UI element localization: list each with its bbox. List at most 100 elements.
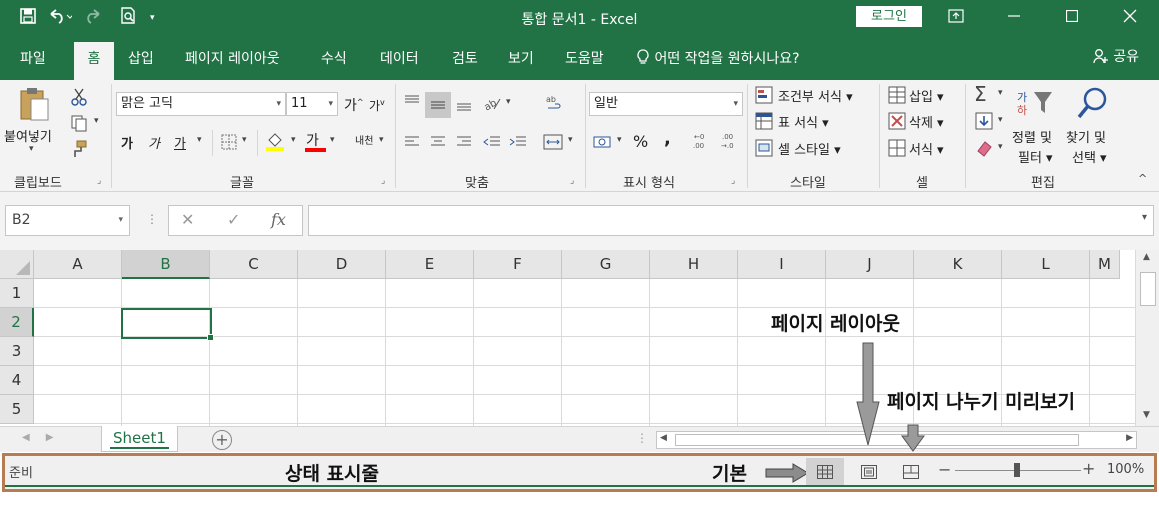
comma-button[interactable]: , xyxy=(664,128,671,149)
column-header-k[interactable]: K xyxy=(914,250,1002,279)
column-header-b[interactable]: B xyxy=(122,250,210,279)
bold-button[interactable]: 가 xyxy=(121,133,133,152)
expand-formula-icon[interactable]: ▾ xyxy=(1142,212,1147,223)
page-break-view-button[interactable] xyxy=(892,458,930,485)
delete-cells-button[interactable]: 삭제 ▾ xyxy=(909,112,944,131)
column-header-a[interactable]: A xyxy=(34,250,122,279)
delete-cells-icon[interactable] xyxy=(886,110,908,132)
tab-view[interactable]: 보기 xyxy=(508,42,534,80)
find-select-button[interactable]: 선택 ▾ xyxy=(1072,147,1107,166)
name-box[interactable]: B2 ▾ xyxy=(5,205,130,236)
copy-dropdown-icon[interactable]: ▾ xyxy=(94,116,99,126)
format-table-button[interactable]: 표 서식 ▾ xyxy=(778,112,829,131)
fill-dropdown-icon[interactable]: ▾ xyxy=(998,115,1003,125)
row-header-1[interactable]: 1 xyxy=(0,279,34,308)
fill-color-dropdown-icon[interactable]: ▾ xyxy=(291,135,296,145)
zoom-slider-thumb[interactable] xyxy=(1014,463,1020,477)
borders-dropdown-icon[interactable]: ▾ xyxy=(242,135,247,145)
format-cells-icon[interactable] xyxy=(886,137,908,159)
cell-styles-icon[interactable] xyxy=(753,137,775,159)
underline-dropdown-icon[interactable]: ▾ xyxy=(197,135,202,145)
tab-formulas[interactable]: 수식 xyxy=(321,42,347,80)
orientation-icon[interactable]: ab xyxy=(481,92,503,114)
clear-icon[interactable] xyxy=(973,137,995,159)
normal-view-button[interactable] xyxy=(806,458,844,485)
scroll-down-icon[interactable]: ▼ xyxy=(1143,410,1150,420)
insert-function-icon[interactable]: fx xyxy=(271,210,286,229)
row-header-3[interactable]: 3 xyxy=(0,337,34,366)
font-launcher-icon[interactable]: ⌟ xyxy=(381,176,385,186)
shrink-font-button[interactable]: 가v xyxy=(369,97,385,114)
zoom-in-button[interactable]: + xyxy=(1082,459,1095,478)
active-cell[interactable] xyxy=(121,308,214,341)
column-header-f[interactable]: F xyxy=(474,250,562,279)
print-preview-icon[interactable] xyxy=(120,7,138,29)
column-header-g[interactable]: G xyxy=(562,250,650,279)
format-table-icon[interactable] xyxy=(753,110,775,132)
align-top-icon[interactable] xyxy=(401,90,423,112)
maximize-icon[interactable] xyxy=(1043,0,1101,32)
clear-dropdown-icon[interactable]: ▾ xyxy=(998,142,1003,152)
scroll-up-icon[interactable]: ▲ xyxy=(1143,252,1150,262)
collapse-ribbon-icon[interactable]: ^ xyxy=(1138,172,1147,185)
row-header-4[interactable]: 4 xyxy=(0,366,34,395)
merge-dropdown-icon[interactable]: ▾ xyxy=(568,135,573,145)
paste-icon[interactable] xyxy=(18,86,50,126)
paste-label[interactable]: 붙여넣기 xyxy=(4,126,52,145)
align-bottom-icon[interactable] xyxy=(453,94,475,116)
find-select-label[interactable]: 찾기 및 xyxy=(1066,127,1106,146)
tab-page-layout[interactable]: 페이지 레이아웃 xyxy=(185,42,280,80)
customize-icon[interactable]: ▾ xyxy=(150,13,155,23)
increase-decimal-icon[interactable]: ←0.00 xyxy=(692,130,714,152)
tab-insert[interactable]: 삽입 xyxy=(128,42,154,80)
cell-styles-button[interactable]: 셀 스타일 ▾ xyxy=(778,139,841,158)
enter-formula-icon[interactable]: ✓ xyxy=(227,210,240,229)
alignment-launcher-icon[interactable]: ⌟ xyxy=(570,176,574,186)
insert-cells-button[interactable]: 삽입 ▾ xyxy=(909,86,944,105)
font-color-dropdown-icon[interactable]: ▾ xyxy=(330,135,335,145)
select-all-button[interactable] xyxy=(0,250,34,279)
autosum-dropdown-icon[interactable]: ▾ xyxy=(998,88,1003,98)
ribbon-display-icon[interactable] xyxy=(927,0,985,32)
number-launcher-icon[interactable]: ⌟ xyxy=(731,176,735,186)
login-button[interactable]: 로그인 xyxy=(856,6,922,27)
scroll-left-icon[interactable]: ◀ xyxy=(660,433,667,443)
percent-button[interactable]: % xyxy=(633,132,648,151)
sort-filter-label[interactable]: 정렬 및 xyxy=(1012,127,1052,146)
font-size-combo[interactable]: 11 ▾ xyxy=(286,92,338,116)
decrease-indent-icon[interactable] xyxy=(481,131,503,153)
find-select-icon[interactable] xyxy=(1073,86,1111,122)
grip-icon[interactable]: ⋮ xyxy=(146,212,158,226)
close-icon[interactable] xyxy=(1101,0,1159,32)
conditional-format-button[interactable]: 조건부 서식 ▾ xyxy=(778,86,853,105)
column-header-d[interactable]: D xyxy=(298,250,386,279)
align-right-icon[interactable] xyxy=(453,131,475,153)
decrease-decimal-icon[interactable]: .00 →.0 xyxy=(720,130,742,152)
align-center-icon[interactable] xyxy=(427,131,449,153)
cancel-formula-icon[interactable]: ✕ xyxy=(181,210,194,229)
row-header-2[interactable]: 2 xyxy=(0,308,34,337)
page-layout-view-button[interactable] xyxy=(850,458,888,485)
number-format-combo[interactable]: 일반 ▾ xyxy=(589,92,743,116)
italic-button[interactable]: 가 xyxy=(148,133,160,152)
cut-icon[interactable] xyxy=(68,86,90,108)
redo-icon[interactable] xyxy=(84,8,108,28)
merge-center-icon[interactable] xyxy=(542,131,564,153)
tab-help[interactable]: 도움말 xyxy=(565,42,604,80)
phonetic-dropdown-icon[interactable]: ▾ xyxy=(379,135,384,145)
undo-icon[interactable] xyxy=(48,8,74,28)
column-header-i[interactable]: I xyxy=(738,250,826,279)
tab-home[interactable]: 홈 xyxy=(74,42,114,80)
wrap-text-icon[interactable]: ab xyxy=(544,92,566,114)
tab-file[interactable]: 파일 xyxy=(20,42,60,80)
zoom-percentage[interactable]: 100% xyxy=(1107,462,1144,477)
paste-dropdown-icon[interactable]: ▾ xyxy=(29,144,34,154)
formula-input[interactable]: ▾ xyxy=(308,205,1154,236)
sort-filter-button[interactable]: 필터 ▾ xyxy=(1018,147,1053,166)
grip-icon[interactable]: ⋮ xyxy=(636,431,648,445)
borders-icon[interactable] xyxy=(218,131,240,153)
zoom-out-button[interactable]: − xyxy=(938,460,951,479)
currency-dropdown-icon[interactable]: ▾ xyxy=(617,135,622,145)
horizontal-scrollbar[interactable]: ◀ ▶ xyxy=(656,431,1137,449)
clipboard-launcher-icon[interactable]: ⌟ xyxy=(97,176,101,186)
